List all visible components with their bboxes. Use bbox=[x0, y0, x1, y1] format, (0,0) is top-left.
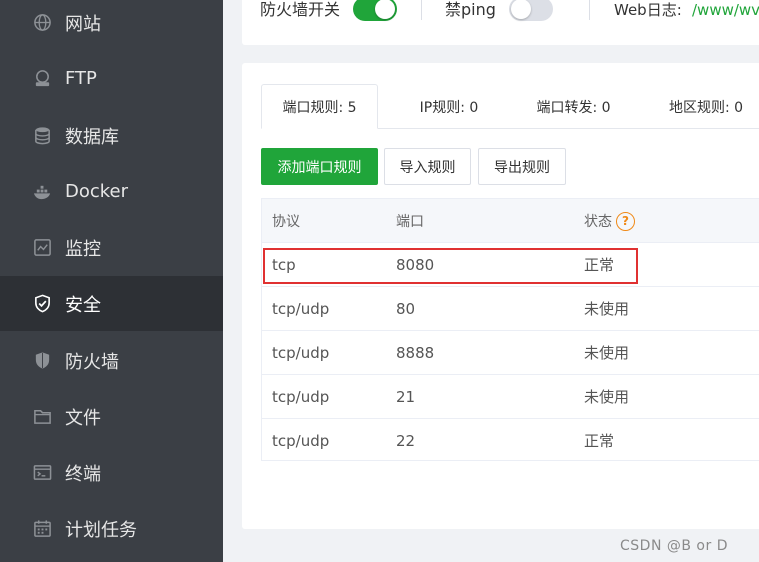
firewall-switch-label: 防火墙开关 bbox=[260, 0, 341, 19]
globe-icon bbox=[32, 13, 52, 33]
sidebar-item-label: 数据库 bbox=[65, 126, 119, 148]
tab-port-forward[interactable]: 端口转发: 0 bbox=[516, 84, 631, 129]
watermark: CSDN @B or D bbox=[620, 538, 728, 554]
sidebar-item-label: 监控 bbox=[65, 238, 101, 260]
sidebar-item-database[interactable]: 数据库 bbox=[0, 108, 223, 163]
firewall-switch[interactable] bbox=[353, 0, 397, 21]
sidebar-item-firewall[interactable]: 防火墙 bbox=[0, 333, 223, 388]
cell-port: 21 bbox=[396, 387, 416, 406]
cell-status: 正常 bbox=[584, 256, 615, 274]
cell-status: 未使用 bbox=[584, 300, 630, 318]
sidebar-item-label: 计划任务 bbox=[65, 519, 137, 541]
toggle-knob bbox=[375, 0, 395, 19]
cell-protocol: tcp/udp bbox=[272, 299, 330, 318]
cell-status: 未使用 bbox=[584, 388, 630, 406]
header-status-label: 状态 bbox=[584, 214, 612, 230]
firewall-settings-bar: 防火墙开关 禁ping Web日志: /www/wv bbox=[242, 0, 759, 45]
sidebar-item-label: Docker bbox=[65, 181, 129, 202]
table-header: 协议 端口 状态 ? bbox=[262, 199, 759, 243]
export-rules-button[interactable]: 导出规则 bbox=[478, 148, 566, 185]
tab-port-rules[interactable]: 端口规则: 5 bbox=[261, 84, 378, 129]
cell-status: 正常 bbox=[584, 432, 615, 450]
sidebar-item-label: FTP bbox=[65, 68, 97, 89]
cell-protocol: tcp/udp bbox=[272, 431, 330, 450]
docker-icon bbox=[32, 182, 52, 202]
weblog-label: Web日志: bbox=[614, 1, 682, 19]
sidebar-item-label: 安全 bbox=[65, 294, 101, 316]
shield-check-icon bbox=[32, 294, 52, 314]
tab-ip-rules[interactable]: IP规则: 0 bbox=[389, 84, 509, 129]
sidebar-item-label: 防火墙 bbox=[65, 351, 119, 373]
terminal-icon bbox=[32, 463, 52, 483]
sidebar-item-ftp[interactable]: FTP bbox=[0, 51, 223, 106]
cell-protocol: tcp/udp bbox=[272, 343, 330, 362]
calendar-icon bbox=[32, 519, 52, 539]
sidebar-item-label: 终端 bbox=[65, 463, 101, 485]
sidebar-item-files[interactable]: 文件 bbox=[0, 389, 223, 444]
table-row[interactable]: tcp/udp 22 正常 bbox=[262, 419, 759, 463]
sidebar-item-label: 网站 bbox=[65, 13, 101, 35]
ping-switch[interactable] bbox=[509, 0, 553, 21]
cell-protocol: tcp/udp bbox=[272, 387, 330, 406]
help-icon[interactable]: ? bbox=[616, 211, 635, 231]
divider bbox=[589, 0, 590, 20]
ftp-icon bbox=[32, 69, 52, 89]
rules-panel: 端口规则: 5 IP规则: 0 端口转发: 0 地区规则: 0 添加端口规则 导… bbox=[242, 63, 759, 529]
cell-port: 8080 bbox=[396, 255, 435, 274]
table-row[interactable]: tcp/udp 8888 未使用 bbox=[262, 331, 759, 375]
ping-switch-label: 禁ping bbox=[445, 0, 496, 19]
toggle-knob bbox=[511, 0, 531, 19]
shield-icon bbox=[32, 351, 52, 371]
cell-port: 22 bbox=[396, 431, 416, 450]
monitor-icon bbox=[32, 238, 52, 258]
folder-icon bbox=[32, 407, 52, 427]
cell-protocol: tcp bbox=[272, 255, 296, 274]
import-rules-button[interactable]: 导入规则 bbox=[384, 148, 471, 185]
sidebar-item-security[interactable]: 安全 bbox=[0, 276, 223, 331]
table-row[interactable]: tcp/udp 21 未使用 bbox=[262, 375, 759, 419]
sidebar-item-terminal[interactable]: 终端 bbox=[0, 445, 223, 500]
header-protocol: 协议 bbox=[272, 214, 300, 230]
divider bbox=[421, 0, 422, 20]
port-rules-table: 协议 端口 状态 ? tcp 8080 正常 tcp/udp 80 未使用 tc… bbox=[261, 198, 759, 461]
sidebar-item-cron[interactable]: 计划任务 bbox=[0, 501, 223, 556]
cell-port: 8888 bbox=[396, 343, 435, 362]
table-row[interactable]: tcp 8080 正常 bbox=[262, 243, 759, 287]
tab-region-rules[interactable]: 地区规则: 0 bbox=[656, 84, 756, 129]
cell-port: 80 bbox=[396, 299, 416, 318]
add-port-rule-button[interactable]: 添加端口规则 bbox=[261, 148, 378, 185]
table-row[interactable]: tcp/udp 80 未使用 bbox=[262, 287, 759, 331]
cell-status: 未使用 bbox=[584, 344, 630, 362]
header-status: 状态 ? bbox=[584, 199, 635, 243]
sidebar-item-website[interactable]: 网站 bbox=[0, 0, 223, 50]
header-port: 端口 bbox=[396, 214, 424, 230]
sidebar: 网站 FTP 数据库 Docker 监控 安全 防火墙 文件 终端 计划任务 bbox=[0, 0, 223, 562]
database-icon bbox=[32, 126, 52, 146]
sidebar-item-docker[interactable]: Docker bbox=[0, 164, 223, 219]
sidebar-item-label: 文件 bbox=[65, 407, 101, 429]
weblog-path-link[interactable]: /www/wv bbox=[692, 0, 759, 20]
sidebar-item-monitor[interactable]: 监控 bbox=[0, 220, 223, 275]
